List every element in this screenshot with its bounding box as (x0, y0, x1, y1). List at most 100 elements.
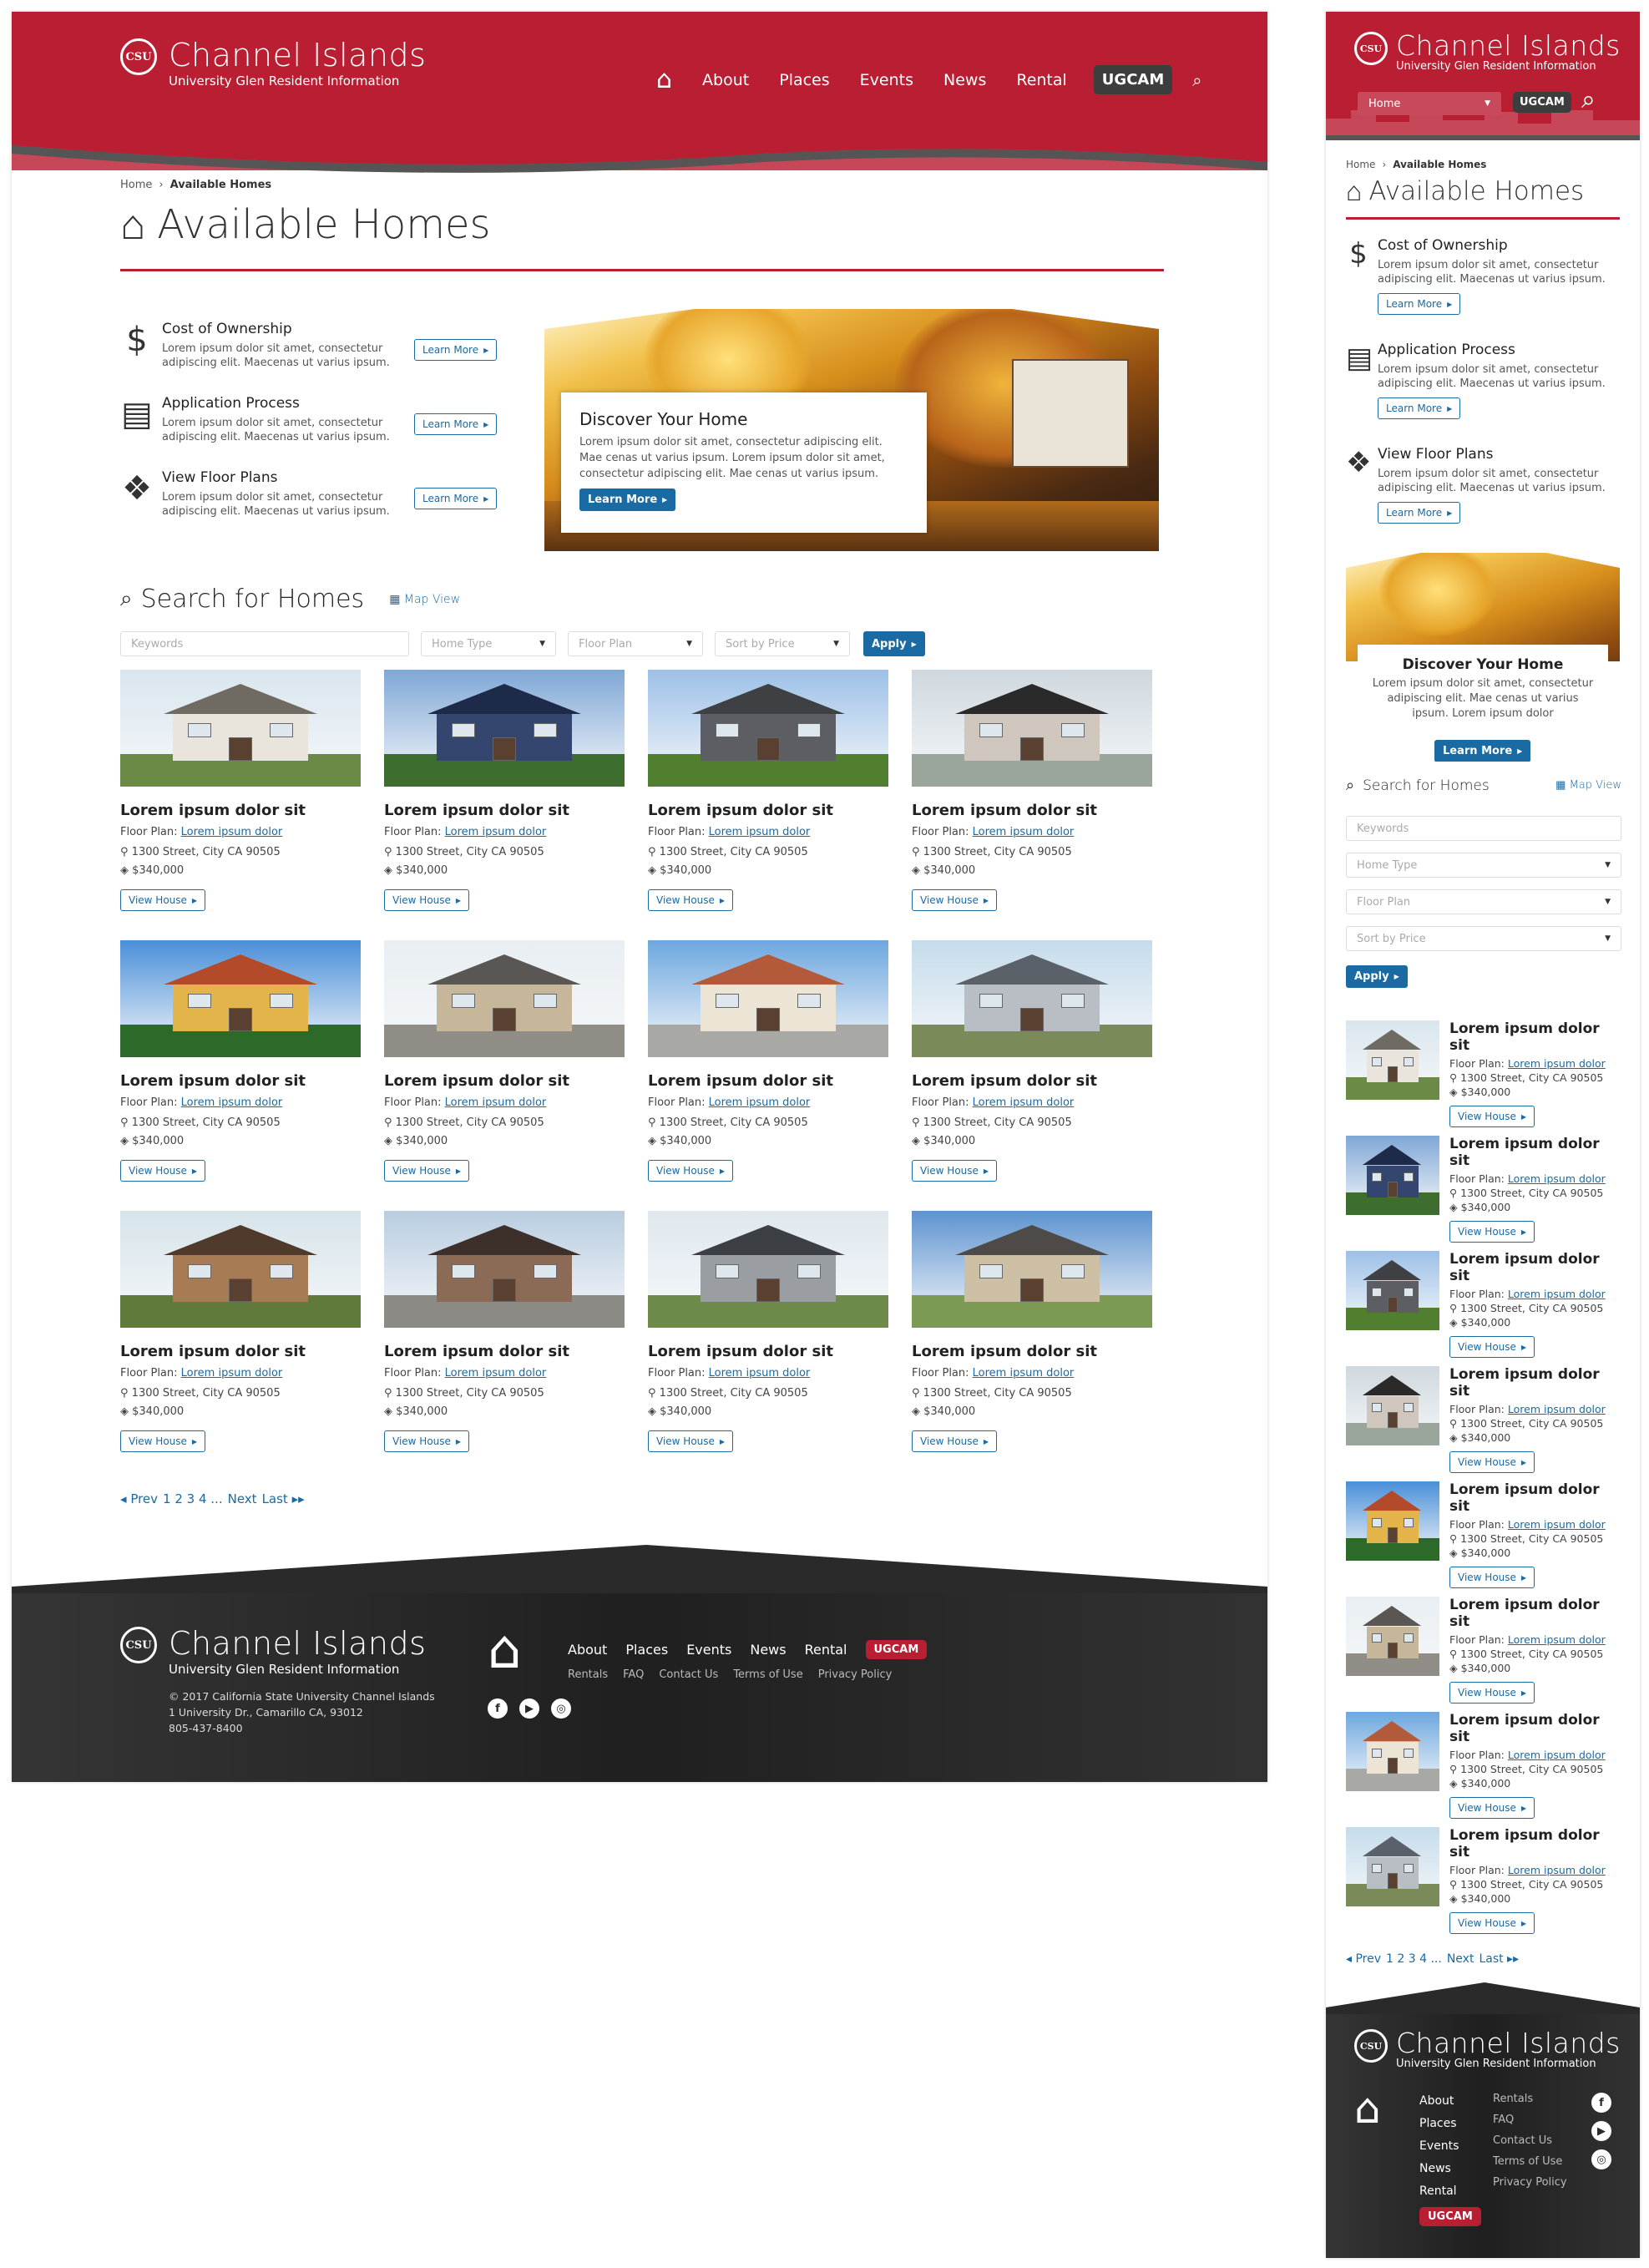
floor-plan-link[interactable]: Lorem ipsum dolor (1508, 1864, 1606, 1876)
listing-title[interactable]: Lorem ipsum dolor sit (1449, 1597, 1621, 1630)
floor-plan-select[interactable]: Floor Plan ▼ (568, 631, 703, 656)
feature-learn-more-button[interactable]: Learn More ▶ (1378, 502, 1461, 524)
mobile-floor-plan-select[interactable]: Floor Plan ▼ (1346, 889, 1621, 914)
mobile-sort-select[interactable]: Sort by Price ▼ (1346, 926, 1621, 951)
home-icon[interactable]: ⌂ (656, 67, 672, 92)
breadcrumb-home[interactable]: Home (120, 179, 152, 191)
site-logo[interactable]: CSU Channel Islands University Glen Resi… (120, 38, 426, 89)
floor-plan-link[interactable]: Lorem ipsum dolor (181, 826, 283, 838)
apply-button[interactable]: Apply ▶ (863, 631, 925, 656)
listing-title[interactable]: Lorem ipsum dolor sit (120, 1343, 361, 1360)
listing-title[interactable]: Lorem ipsum dolor sit (648, 802, 888, 819)
footer-nav-places[interactable]: Places (625, 1642, 668, 1658)
listing-title[interactable]: Lorem ipsum dolor sit (384, 1343, 625, 1360)
mobile-search-icon[interactable]: ⌕ (1581, 85, 1596, 114)
mobile-footer-logo[interactable]: CSU Channel Islands University Glen Resi… (1354, 2029, 1621, 2070)
floor-plan-link[interactable]: Lorem ipsum dolor (973, 1096, 1075, 1109)
listing-title[interactable]: Lorem ipsum dolor sit (648, 1072, 888, 1090)
listing-title[interactable]: Lorem ipsum dolor sit (384, 1072, 625, 1090)
last-link[interactable]: Last ▸▸ (1479, 1952, 1519, 1966)
view-house-button[interactable]: View House ▶ (912, 1430, 998, 1452)
floor-plan-link[interactable]: Lorem ipsum dolor (1508, 1403, 1606, 1415)
view-house-button[interactable]: View House ▶ (120, 1160, 206, 1182)
prev-link[interactable]: ◂ Prev (1346, 1952, 1381, 1966)
footer-logo[interactable]: CSU Channel Islands University Glen Resi… (120, 1627, 435, 1736)
footer-nav-rental[interactable]: Rental (805, 1642, 847, 1658)
prev-link[interactable]: ◂ Prev (120, 1491, 158, 1506)
floor-plan-link[interactable]: Lorem ipsum dolor (445, 1367, 547, 1380)
listing-title[interactable]: Lorem ipsum dolor sit (384, 802, 625, 819)
footer-nav-events[interactable]: Events (686, 1642, 731, 1658)
footer-ugcam-button[interactable]: UGCAM (865, 1640, 928, 1659)
listing-title[interactable]: Lorem ipsum dolor sit (1449, 1136, 1621, 1169)
nav-about[interactable]: About (702, 71, 749, 89)
house-photo[interactable] (1346, 1366, 1439, 1445)
sort-select[interactable]: Sort by Price ▼ (715, 631, 850, 656)
youtube-icon[interactable]: ▶ (519, 1698, 539, 1719)
listing-title[interactable]: Lorem ipsum dolor sit (1449, 1827, 1621, 1860)
house-photo[interactable] (648, 1211, 888, 1328)
nav-events[interactable]: Events (860, 71, 913, 89)
house-photo[interactable] (120, 670, 361, 787)
view-house-button[interactable]: View House ▶ (1449, 1106, 1535, 1127)
floor-plan-link[interactable]: Lorem ipsum dolor (181, 1096, 283, 1109)
house-photo[interactable] (912, 1211, 1152, 1328)
facebook-icon[interactable]: f (488, 1698, 508, 1719)
floor-plan-link[interactable]: Lorem ipsum dolor (1508, 1057, 1606, 1070)
house-photo[interactable] (1346, 1481, 1439, 1561)
view-house-button[interactable]: View House ▶ (912, 1160, 998, 1182)
feature-learn-more-button[interactable]: Learn More ▶ (414, 339, 498, 361)
footer-nav-about[interactable]: About (568, 1642, 607, 1658)
house-photo[interactable] (912, 670, 1152, 787)
view-house-button[interactable]: View House ▶ (648, 1160, 734, 1182)
mobile-apply-button[interactable]: Apply ▶ (1346, 965, 1408, 988)
listing-title[interactable]: Lorem ipsum dolor sit (120, 1072, 361, 1090)
view-house-button[interactable]: View House ▶ (1449, 1797, 1535, 1819)
page-links[interactable]: 1 2 3 4 ... (1386, 1952, 1442, 1966)
footer-link-terms[interactable]: Terms of Use (1493, 2155, 1567, 2168)
footer-nav-events[interactable]: Events (1419, 2139, 1481, 2153)
footer-nav-news[interactable]: News (750, 1642, 786, 1658)
hero-learn-more-button[interactable]: Learn More ▶ (579, 489, 676, 511)
facebook-icon[interactable]: f (1591, 2093, 1611, 2113)
listing-title[interactable]: Lorem ipsum dolor sit (1449, 1020, 1621, 1054)
footer-link-rentals[interactable]: Rentals (568, 1668, 608, 1681)
footer-nav-news[interactable]: News (1419, 2162, 1481, 2175)
floor-plan-link[interactable]: Lorem ipsum dolor (1508, 1633, 1606, 1646)
house-photo[interactable] (1346, 1712, 1439, 1791)
footer-nav-about[interactable]: About (1419, 2094, 1481, 2108)
view-house-button[interactable]: View House ▶ (1449, 1221, 1535, 1243)
footer-ugcam-button[interactable]: UGCAM (1419, 2207, 1481, 2226)
view-house-button[interactable]: View House ▶ (1449, 1912, 1535, 1934)
view-house-button[interactable]: View House ▶ (120, 1430, 206, 1452)
house-photo[interactable] (384, 940, 625, 1057)
footer-link-privacy[interactable]: Privacy Policy (818, 1668, 893, 1681)
house-photo[interactable] (1346, 1251, 1439, 1330)
footer-link-faq[interactable]: FAQ (623, 1668, 644, 1681)
footer-link-rentals[interactable]: Rentals (1493, 2093, 1567, 2105)
house-photo[interactable] (648, 670, 888, 787)
last-link[interactable]: Last ▸▸ (262, 1491, 305, 1506)
floor-plan-link[interactable]: Lorem ipsum dolor (973, 826, 1075, 838)
view-house-button[interactable]: View House ▶ (384, 1430, 470, 1452)
page-links[interactable]: 1 2 3 4 ... (163, 1491, 223, 1506)
listing-title[interactable]: Lorem ipsum dolor sit (1449, 1712, 1621, 1745)
house-photo[interactable] (1346, 1827, 1439, 1906)
house-photo[interactable] (120, 940, 361, 1057)
footer-link-privacy[interactable]: Privacy Policy (1493, 2176, 1567, 2189)
view-house-button[interactable]: View House ▶ (1449, 1682, 1535, 1704)
mobile-map-view-link[interactable]: ▦ Map View (1555, 779, 1621, 792)
floor-plan-link[interactable]: Lorem ipsum dolor (1508, 1749, 1606, 1761)
map-view-link[interactable]: ▦ Map View (389, 593, 460, 606)
floor-plan-link[interactable]: Lorem ipsum dolor (709, 1367, 811, 1380)
listing-title[interactable]: Lorem ipsum dolor sit (912, 802, 1152, 819)
house-photo[interactable] (384, 1211, 625, 1328)
listing-title[interactable]: Lorem ipsum dolor sit (120, 802, 361, 819)
view-house-button[interactable]: View House ▶ (384, 889, 470, 911)
mobile-site-logo[interactable]: CSU Channel Islands University Glen Resi… (1354, 32, 1621, 73)
house-photo[interactable] (648, 940, 888, 1057)
floor-plan-link[interactable]: Lorem ipsum dolor (709, 826, 811, 838)
mobile-nav-select[interactable]: Home ▼ (1358, 92, 1501, 115)
breadcrumb-home[interactable]: Home (1346, 159, 1375, 170)
nav-rental[interactable]: Rental (1016, 71, 1066, 89)
